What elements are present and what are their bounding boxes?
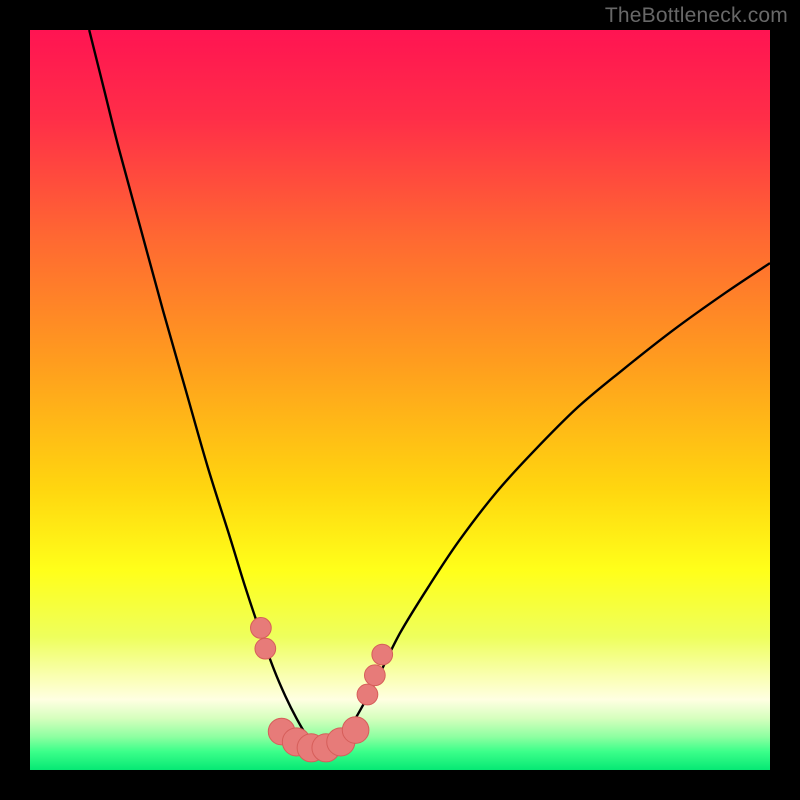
chart-frame: TheBottleneck.com — [0, 0, 800, 800]
data-marker — [255, 638, 276, 659]
watermark-text: TheBottleneck.com — [605, 4, 788, 28]
gradient-background — [30, 30, 770, 770]
data-marker — [357, 684, 378, 705]
chart-plot-area — [30, 30, 770, 770]
data-marker — [342, 717, 369, 744]
chart-svg — [30, 30, 770, 770]
data-marker — [251, 618, 272, 639]
data-marker — [372, 644, 393, 665]
data-marker — [364, 665, 385, 686]
